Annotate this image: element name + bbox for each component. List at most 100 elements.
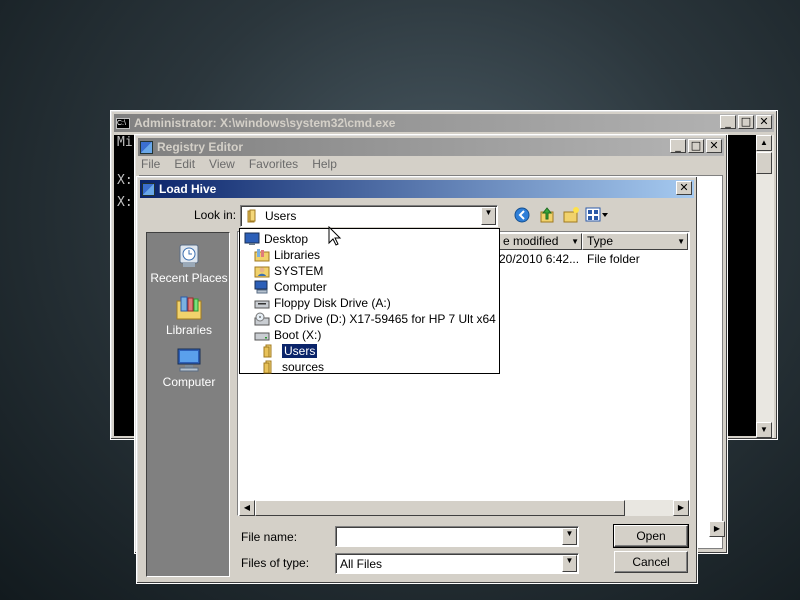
place-computer[interactable]: Computer — [147, 345, 231, 389]
dropdown-item-desktop[interactable]: Desktop — [244, 231, 308, 247]
dropdown-item-label: Floppy Disk Drive (A:) — [274, 296, 391, 310]
libraries-icon — [254, 248, 270, 262]
libraries-icon — [174, 293, 204, 321]
computer-icon — [174, 345, 204, 373]
load-hive-close-button[interactable]: ✕ — [676, 181, 692, 195]
column-type-sort-arrow[interactable]: ▼ — [677, 234, 685, 249]
dropdown-item-label: Libraries — [274, 248, 321, 262]
load-hive-title: Load Hive — [159, 182, 217, 196]
dropdown-item-system[interactable]: SYSTEM — [254, 263, 323, 279]
desktop-icon — [244, 232, 260, 246]
dropdown-item-boot-x[interactable]: Boot (X:) — [254, 327, 321, 343]
cmd-scroll-up-button[interactable]: ▲ — [756, 135, 772, 151]
cd-drive-icon — [254, 312, 270, 326]
recent-places-icon — [174, 241, 204, 269]
column-date-modified-label: e modified — [503, 234, 559, 248]
cmd-window-icon: C:\ — [116, 117, 130, 129]
regedit-titlebar[interactable]: Registry Editor _ □ ✕ — [138, 138, 724, 156]
recent-places-label: Recent Places — [150, 271, 228, 285]
regedit-maximize-button[interactable]: □ — [688, 139, 704, 153]
dropdown-item-label: Computer — [274, 280, 327, 294]
regedit-window-title: Registry Editor — [157, 140, 244, 154]
user-icon — [254, 264, 270, 278]
cmd-close-button[interactable]: ✕ — [756, 115, 772, 129]
back-icon[interactable] — [514, 207, 530, 226]
files-of-type-value: All Files — [340, 557, 383, 571]
dropdown-item-computer[interactable]: Computer — [254, 279, 327, 295]
file-name-dropdown-arrow[interactable]: ▼ — [562, 528, 577, 545]
column-type-label: Type — [587, 234, 614, 248]
folder-icon — [262, 360, 278, 374]
menu-view[interactable]: View — [209, 157, 235, 173]
file-name-label: File name: — [241, 530, 298, 544]
cmd-titlebar[interactable]: C:\ Administrator: X:\windows\system32\c… — [114, 114, 774, 132]
dropdown-item-floppy-disk-drive-a[interactable]: Floppy Disk Drive (A:) — [254, 295, 391, 311]
scroll-left-button[interactable]: ◀ — [239, 500, 255, 516]
file-row[interactable]: 20/2010 6:42... File folder — [498, 252, 688, 268]
folder-icon — [262, 344, 278, 358]
look-in-dropdown-list[interactable]: Desktop Libraries SYSTEM Computer Floppy Dis… — [239, 228, 500, 374]
files-of-type-label: Files of type: — [241, 556, 310, 570]
dropdown-item-label: Boot (X:) — [274, 328, 322, 342]
dropdown-item-label: sources — [282, 360, 325, 374]
regedit-window-icon — [140, 140, 153, 154]
scroll-right-button[interactable]: ▶ — [673, 500, 689, 516]
cmd-vertical-scrollbar[interactable]: ▲ ▼ — [756, 135, 774, 438]
file-row-type: File folder — [587, 252, 640, 266]
look-in-dropdown-arrow[interactable]: ▼ — [481, 207, 496, 225]
load-hive-icon — [142, 182, 155, 196]
dropdown-item-label: Desktop — [264, 232, 309, 246]
computer-label: Computer — [162, 375, 216, 389]
dropdown-item-label: SYSTEM — [274, 264, 324, 278]
cmd-scroll-down-button[interactable]: ▼ — [756, 422, 772, 438]
file-row-date: 20/2010 6:42... — [499, 252, 580, 266]
place-libraries[interactable]: Libraries — [147, 293, 231, 337]
cmd-line-3: X: — [117, 195, 133, 210]
menu-favorites[interactable]: Favorites — [249, 157, 298, 173]
regedit-menubar: File Edit View Favorites Help — [141, 157, 337, 173]
dropdown-item-label: Users — [282, 344, 318, 358]
column-date-modified-sort-arrow[interactable]: ▼ — [571, 234, 579, 249]
dropdown-item-sources[interactable]: sources — [262, 359, 324, 375]
load-hive-titlebar[interactable]: Load Hive ✕ — [140, 180, 694, 198]
cmd-minimize-button[interactable]: _ — [720, 115, 736, 129]
cmd-window-title: Administrator: X:\windows\system32\cmd.e… — [134, 116, 396, 130]
file-list-horizontal-scrollbar[interactable]: ◀ ▶ — [239, 500, 689, 516]
cmd-line-2: X: — [117, 173, 133, 188]
menu-edit[interactable]: Edit — [174, 157, 195, 173]
places-bar: Recent Places Libraries Computer — [146, 232, 230, 577]
dropdown-item-users[interactable]: Users — [262, 343, 318, 359]
dropdown-item-label: CD Drive (D:) X17-59465 for HP 7 Ult x64 — [274, 312, 496, 326]
look-in-label: Look in: — [194, 208, 237, 222]
computer-icon — [254, 280, 270, 294]
view-menu-icon[interactable] — [585, 207, 609, 226]
column-header-date-modified[interactable]: e modified ▼ — [498, 233, 582, 250]
hard-drive-icon — [254, 328, 270, 342]
new-folder-icon[interactable] — [562, 206, 580, 227]
regedit-minimize-button[interactable]: _ — [670, 139, 686, 153]
files-of-type-dropdown-arrow[interactable]: ▼ — [562, 555, 577, 572]
mouse-cursor-icon — [328, 225, 342, 249]
look-in-value: Users — [265, 209, 297, 223]
menu-help[interactable]: Help — [312, 157, 337, 173]
place-recent-places[interactable]: Recent Places — [147, 241, 231, 285]
up-folder-icon[interactable] — [538, 206, 556, 227]
cmd-line-1: Mi — [117, 135, 133, 150]
open-button[interactable]: Open — [613, 524, 689, 548]
cmd-scroll-thumb[interactable] — [756, 152, 772, 174]
regedit-scroll-right-button[interactable]: ▶ — [709, 521, 725, 537]
floppy-drive-icon — [254, 296, 270, 310]
column-header-type[interactable]: Type ▼ — [582, 233, 688, 250]
cancel-button[interactable]: Cancel — [614, 551, 688, 573]
look-in-folder-icon — [246, 209, 260, 226]
look-in-combo[interactable]: Users ▼ — [240, 205, 498, 227]
horizontal-scroll-thumb[interactable] — [255, 500, 625, 516]
libraries-label: Libraries — [165, 323, 213, 337]
files-of-type-combo[interactable]: All Files ▼ — [335, 553, 579, 574]
file-name-combo[interactable]: ▼ — [335, 526, 579, 547]
regedit-close-button[interactable]: ✕ — [706, 139, 722, 153]
dropdown-item-libraries[interactable]: Libraries — [254, 247, 320, 263]
cmd-maximize-button[interactable]: □ — [738, 115, 754, 129]
menu-file[interactable]: File — [141, 157, 160, 173]
dropdown-item-cd-drive-d-x17-59465-for-hp-7-ult-x64[interactable]: CD Drive (D:) X17-59465 for HP 7 Ult x64 — [254, 311, 496, 327]
